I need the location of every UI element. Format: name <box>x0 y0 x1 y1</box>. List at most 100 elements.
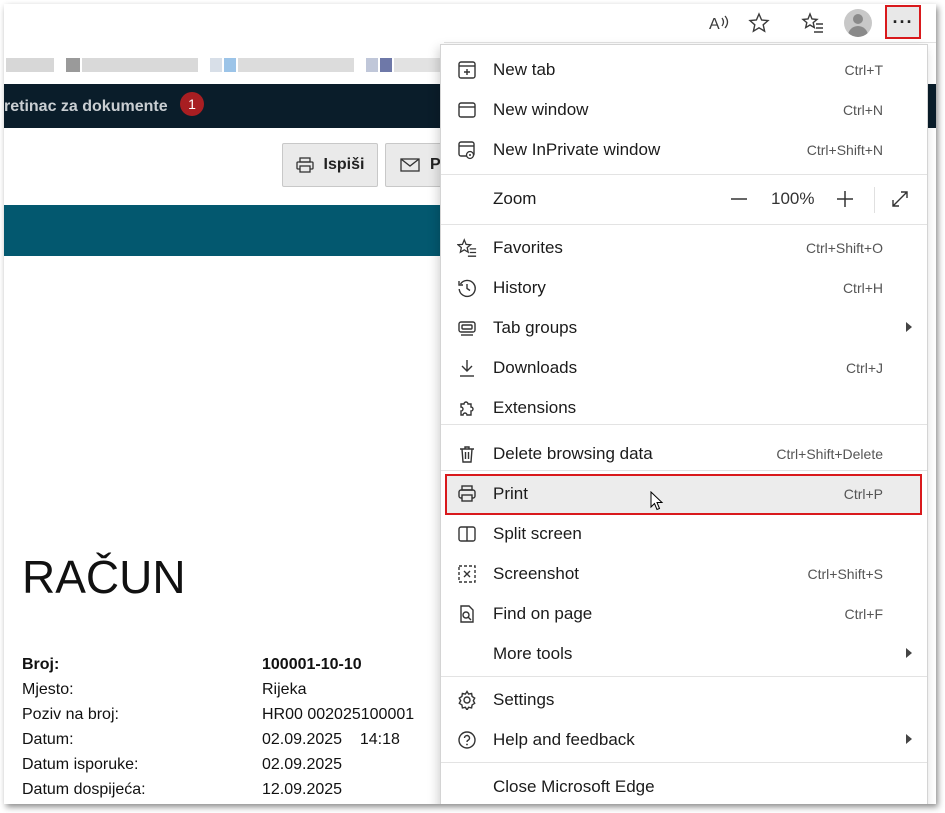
blurred-bookmarks-strip <box>4 42 444 84</box>
document-details: Broj: 100001-10-10 Mjesto: Rijeka Poziv na b… <box>22 656 442 804</box>
plus-icon <box>837 191 853 207</box>
menu-item-find-on-page[interactable]: Find on page Ctrl+F <box>441 594 927 634</box>
screenshot-icon <box>457 564 477 584</box>
menu-separator <box>441 676 927 677</box>
document-row-value: Rijeka <box>262 681 307 698</box>
menu-item-help-feedback[interactable]: Help and feedback <box>441 720 927 760</box>
menu-item-label: Find on page <box>493 604 593 623</box>
menu-item-shortcut: Ctrl+N <box>842 102 883 118</box>
window-icon <box>457 100 477 120</box>
profile-avatar-icon[interactable] <box>844 9 872 37</box>
document-row: Broj: 100001-10-10 <box>22 656 442 681</box>
menu-item-label: Delete browsing data <box>493 444 653 463</box>
menu-item-shortcut: Ctrl+Shift+O <box>805 240 883 256</box>
menu-item-shortcut: Ctrl+Shift+N <box>806 142 883 158</box>
menu-item-split-screen[interactable]: Split screen <box>441 514 927 554</box>
favorites-list-icon[interactable] <box>799 10 827 36</box>
browser-window: A ··· retinac za dokumente 1 Ispiši P RA… <box>4 4 936 804</box>
document-row-key: Mjesto: <box>22 681 74 698</box>
zoom-level: 100% <box>771 189 815 208</box>
menu-item-label: Extensions <box>493 398 577 417</box>
menu-item-new-window[interactable]: New window Ctrl+N <box>441 90 927 130</box>
document-row: Mjesto: Rijeka <box>22 681 442 706</box>
gear-icon <box>457 690 477 710</box>
chevron-right-icon <box>905 321 913 335</box>
menu-item-favorites[interactable]: Favorites Ctrl+Shift+O <box>441 228 927 268</box>
zoom-label: Zoom <box>493 189 537 208</box>
menu-item-label: New InPrivate window <box>493 140 661 159</box>
expand-icon <box>892 191 908 207</box>
document-row-value: 100001-10-10 <box>262 656 362 673</box>
document-row-value: 02.09.2025 <box>262 756 343 773</box>
browser-toolbar: A ··· <box>4 4 936 43</box>
more-options-button[interactable]: ··· <box>885 5 921 39</box>
more-options-icon: ··· <box>892 11 914 32</box>
menu-separator <box>441 224 927 225</box>
menu-separator <box>441 424 927 425</box>
mouse-cursor-icon <box>650 490 664 516</box>
menu-item-label: More tools <box>493 644 573 663</box>
document-row-key: Broj: <box>22 656 60 673</box>
menu-item-close-edge[interactable]: Close Microsoft Edge <box>441 767 927 804</box>
fullscreen-button[interactable] <box>890 179 910 219</box>
menu-item-history[interactable]: History Ctrl+H <box>441 268 927 308</box>
menu-item-shortcut: Ctrl+H <box>842 280 883 296</box>
menu-item-shortcut: Ctrl+Shift+S <box>807 566 883 582</box>
zoom-divider <box>874 187 875 213</box>
menu-item-more-tools[interactable]: More tools <box>441 634 927 674</box>
menu-item-zoom: Zoom 100% <box>441 179 927 219</box>
menu-item-extensions[interactable]: Extensions <box>441 388 927 428</box>
menu-item-label: Print <box>493 484 528 503</box>
chevron-right-icon <box>905 733 913 747</box>
printer-icon <box>457 484 477 504</box>
chevron-right-icon <box>905 647 913 661</box>
document-row-key: Datum dospijeća: <box>22 781 146 798</box>
document-row: Poziv na broj: HR00 002025100001 <box>22 706 442 731</box>
browser-settings-menu: New tab Ctrl+T New window Ctrl+N New InPriva… <box>440 44 928 804</box>
document-row-key: Datum isporuke: <box>22 756 139 773</box>
menu-item-label: Help and feedback <box>493 730 635 749</box>
favorite-star-icon[interactable] <box>745 10 773 36</box>
menu-item-downloads[interactable]: Downloads Ctrl+J <box>441 348 927 388</box>
favorites-icon <box>457 238 477 258</box>
menu-item-new-inprivate[interactable]: New InPrivate window Ctrl+Shift+N <box>441 130 927 170</box>
menu-item-delete-browsing-data[interactable]: Delete browsing data Ctrl+Shift+Delete <box>441 434 927 474</box>
menu-item-settings[interactable]: Settings <box>441 680 927 720</box>
menu-separator <box>441 470 927 471</box>
print-button[interactable]: Ispiši <box>282 143 378 187</box>
document-row-value: HR00 002025100001 <box>262 706 415 723</box>
menu-item-print[interactable]: Print Ctrl+P <box>441 474 927 514</box>
document-row: Datum dospijeća: 12.09.2025 <box>22 781 442 804</box>
minus-icon <box>731 198 747 200</box>
printer-icon <box>295 157 314 173</box>
print-button-label: Ispiši <box>323 156 365 173</box>
menu-item-shortcut: Ctrl+Shift+Delete <box>776 446 883 462</box>
menu-separator <box>441 174 927 175</box>
menu-item-label: Screenshot <box>493 564 579 583</box>
document-title: RAČUN <box>22 551 186 603</box>
zoom-out-button[interactable] <box>729 179 749 219</box>
menu-item-tab-groups[interactable]: Tab groups <box>441 308 927 348</box>
menu-item-screenshot[interactable]: Screenshot Ctrl+Shift+S <box>441 554 927 594</box>
zoom-in-button[interactable] <box>835 179 855 219</box>
menu-item-new-tab[interactable]: New tab Ctrl+T <box>441 50 927 90</box>
read-aloud-icon[interactable]: A <box>705 10 733 36</box>
menu-item-label: Tab groups <box>493 318 578 337</box>
trash-icon <box>457 444 477 464</box>
menu-item-shortcut: Ctrl+F <box>844 606 884 622</box>
document-row-value: 02.09.2025 14:18 <box>262 731 400 748</box>
extensions-icon <box>457 398 477 418</box>
menu-item-shortcut: Ctrl+J <box>846 360 883 376</box>
history-icon <box>457 278 477 298</box>
nav-title[interactable]: retinac za dokumente <box>4 98 168 116</box>
split-screen-icon <box>457 524 477 544</box>
menu-item-label: Downloads <box>493 358 578 377</box>
menu-item-label: New tab <box>493 60 556 79</box>
find-icon <box>457 604 477 624</box>
menu-item-label: Split screen <box>493 524 582 543</box>
help-icon <box>457 730 477 750</box>
menu-item-label: New window <box>493 100 589 119</box>
new-tab-icon <box>457 60 477 80</box>
menu-item-label: Settings <box>493 690 555 709</box>
inprivate-icon <box>457 140 477 160</box>
